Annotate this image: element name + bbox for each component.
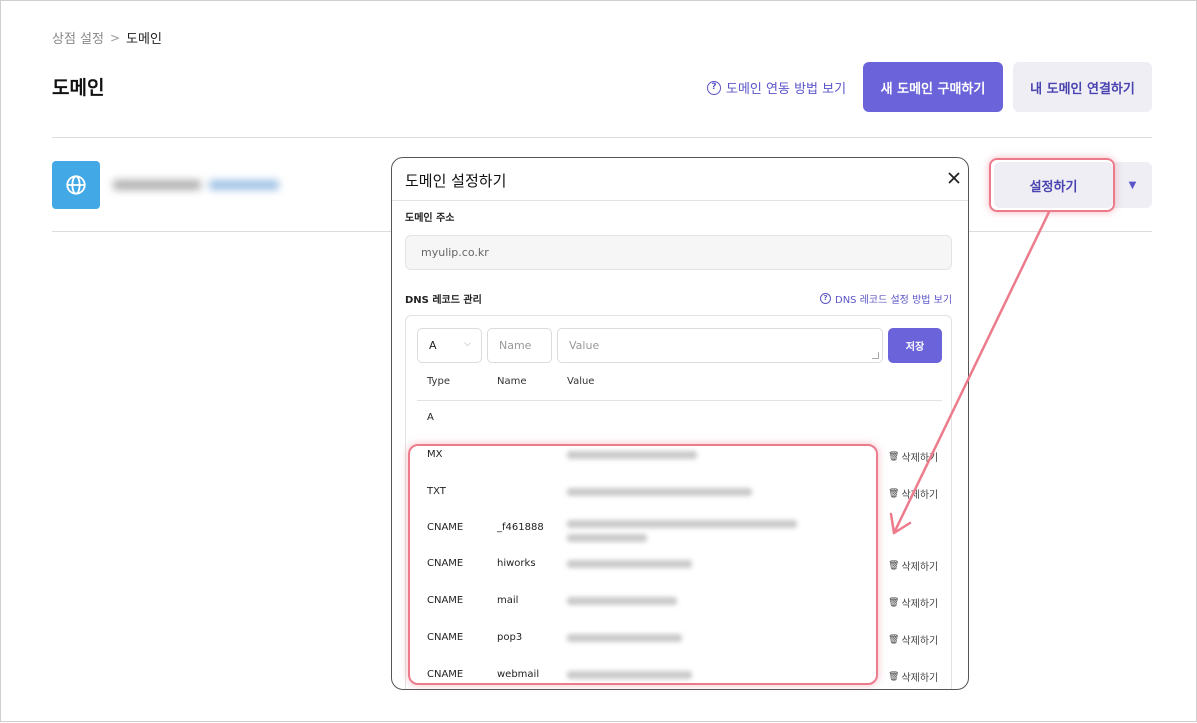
domain-name-redacted: [113, 169, 303, 201]
breadcrumb-separator: >: [109, 30, 121, 45]
trash-icon: 🗑: [888, 488, 900, 499]
modal-scrollbar[interactable]: [968, 203, 969, 689]
modal-divider: [392, 200, 968, 201]
chevron-down-icon: ⌵: [464, 339, 471, 349]
column-header-name: Name: [497, 376, 527, 387]
question-icon: ?: [820, 293, 831, 304]
buy-domain-button[interactable]: 새 도메인 구매하기: [863, 62, 1003, 112]
close-icon[interactable]: [945, 169, 963, 187]
save-button[interactable]: 저장: [888, 328, 942, 363]
breadcrumb-current: 도메인: [126, 32, 162, 47]
record-name-input[interactable]: Name: [487, 328, 552, 363]
record-type-value: A: [429, 339, 437, 352]
trash-icon: 🗑: [888, 671, 900, 682]
page-title: 도메인: [52, 77, 105, 99]
delete-label: 삭제하기: [901, 599, 939, 610]
header-divider: [417, 400, 942, 401]
delete-label: 삭제하기: [901, 562, 939, 573]
delete-label: 삭제하기: [901, 636, 939, 647]
dns-records-label: DNS 레코드 관리: [405, 295, 482, 306]
delete-label: 삭제하기: [901, 490, 939, 501]
trash-icon: 🗑: [888, 634, 900, 645]
domain-address-label: 도메인 주소: [405, 213, 455, 224]
trash-icon: 🗑: [888, 597, 900, 608]
delete-button[interactable]: 🗑 삭제하기: [888, 486, 939, 502]
record-type-select[interactable]: A ⌵: [417, 328, 482, 363]
delete-button[interactable]: 🗑 삭제하기: [888, 595, 939, 611]
chevron-down-icon[interactable]: ▼: [1113, 162, 1152, 208]
records-highlight: [408, 444, 878, 685]
resize-handle[interactable]: [872, 352, 879, 359]
divider: [52, 137, 1152, 138]
question-icon: ?: [707, 80, 721, 95]
record-value-input[interactable]: Value: [557, 328, 883, 363]
modal-title: 도메인 설정하기: [405, 172, 507, 190]
delete-button[interactable]: 🗑 삭제하기: [888, 558, 939, 574]
column-header-type: Type: [427, 376, 450, 387]
settings-highlight: [989, 158, 1115, 212]
record-value-placeholder: Value: [569, 339, 600, 352]
connect-domain-button[interactable]: 내 도메인 연결하기: [1013, 62, 1152, 112]
breadcrumb: 상점 설정 > 도메인: [52, 28, 162, 48]
dns-guide-label: DNS 레코드 설정 방법 보기: [835, 295, 953, 306]
app-frame: 상점 설정 > 도메인 도메인 ? 도메인 연동 방법 보기 새 도메인 구매하…: [0, 0, 1197, 722]
delete-button[interactable]: 🗑 삭제하기: [888, 449, 939, 465]
trash-icon: 🗑: [888, 560, 900, 571]
column-header-value: Value: [567, 376, 595, 387]
globe-icon: [52, 161, 100, 209]
dns-guide-link[interactable]: ? DNS 레코드 설정 방법 보기: [820, 291, 952, 306]
delete-label: 삭제하기: [901, 673, 939, 684]
delete-button[interactable]: 🗑 삭제하기: [888, 669, 939, 685]
record-type: A: [427, 412, 434, 423]
breadcrumb-parent[interactable]: 상점 설정: [52, 28, 104, 47]
domain-guide-link[interactable]: ? 도메인 연동 방법 보기: [707, 78, 846, 97]
delete-button[interactable]: 🗑 삭제하기: [888, 632, 939, 648]
delete-label: 삭제하기: [901, 453, 939, 464]
trash-icon: 🗑: [888, 451, 900, 462]
domain-address-field: myulip.co.kr: [405, 235, 952, 270]
domain-guide-label: 도메인 연동 방법 보기: [726, 82, 847, 97]
